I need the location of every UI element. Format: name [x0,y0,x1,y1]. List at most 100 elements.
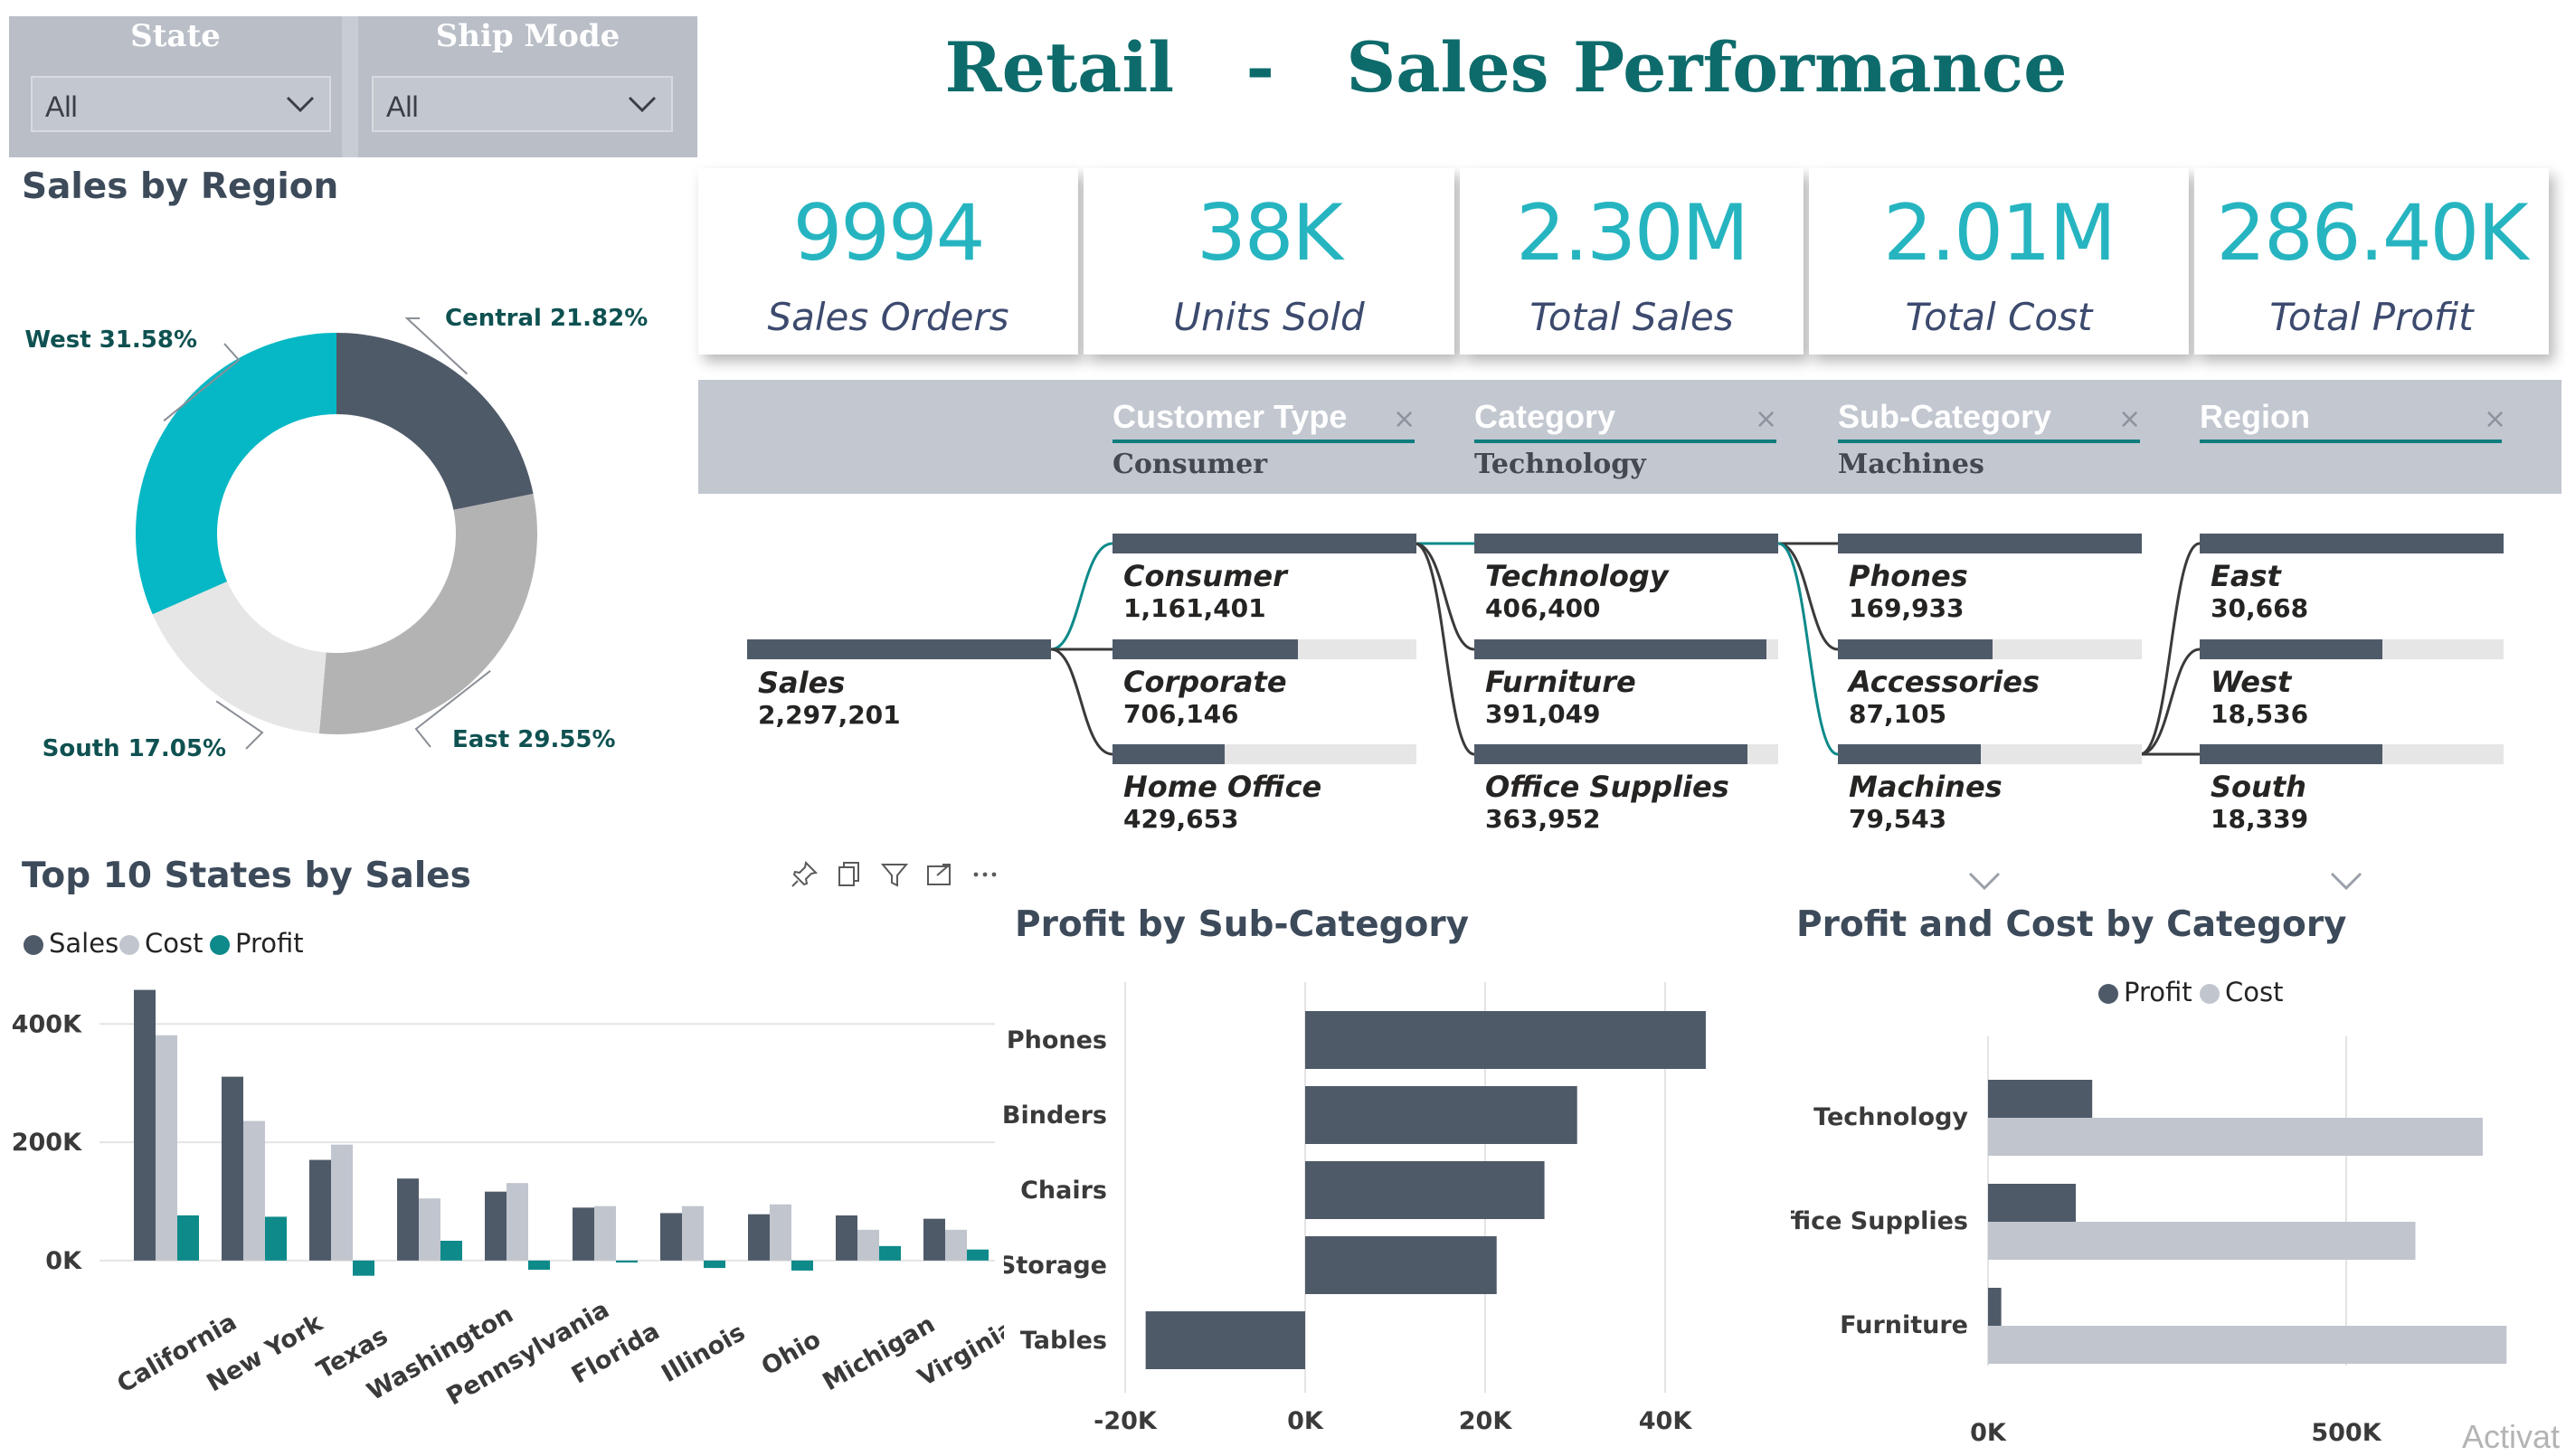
decomp-node-bar[interactable] [1113,534,1416,553]
bar-sales [222,1076,243,1261]
bar-cost [945,1229,967,1261]
decomp-node-bar[interactable] [2200,744,2382,764]
legend-label-sales: Sales [49,928,119,959]
decomp-node-name: Technology [1485,559,1669,593]
decomp-node-bar[interactable] [1113,744,1226,764]
copy-icon[interactable] [834,859,865,890]
decomp-node-value: 87,105 [1849,699,1947,729]
decomp-node-bar[interactable] [1474,744,1748,764]
bar-phones [1305,1011,1706,1069]
profit-by-subcategory-bar-chart: -20K 0K 20K 40K Phones Binders Chairs Storage Ta… [1004,982,1706,1435]
visual-header-toolbar [789,857,1006,893]
x-tick-label: 40K [1639,1407,1693,1435]
y-tick-label: 0K [45,1247,82,1275]
decomp-node-value: 391,049 [1485,699,1601,729]
y-tick-label: Office Supplies [1791,1207,1968,1235]
bar-sales [923,1218,945,1261]
expand-chevron-icon[interactable] [2328,870,2364,892]
decomp-node-bar[interactable] [1113,639,1298,659]
legend-label-profit: Profit [2124,977,2192,1007]
bar-cost [857,1229,879,1261]
bar-cost [331,1144,353,1261]
decomp-node-value: 363,952 [1485,804,1601,834]
bar-cost [682,1205,704,1261]
profit-cost-by-category-bar-chart: 0K 500K Technology Office Supplies Furniture [1791,1036,2507,1447]
filter-icon[interactable] [879,859,910,890]
decomp-node-name: Consumer [1123,559,1287,593]
decomp-node-name: Corporate [1123,665,1287,699]
decomp-node-value: 18,339 [2211,804,2309,834]
bar-profit [616,1260,638,1263]
decomp-node-name: East [2211,559,2281,593]
decomp-root-name: Sales [758,666,846,700]
bar-profit [791,1260,813,1271]
bar-profit [1988,1184,2077,1222]
x-tick-label: Illinois [657,1319,750,1388]
decomp-node-name: Office Supplies [1485,770,1729,804]
expand-chevron-icon[interactable] [1966,870,2003,892]
x-tick-label: Ohio [757,1326,826,1382]
connector-highlighted [1777,542,1839,756]
decomp-node-bar[interactable] [1838,639,1993,659]
y-tick-label: Binders [1004,1101,1107,1130]
bar-profit [704,1260,725,1269]
decomp-root-bar[interactable] [747,639,1051,659]
decomp-node-bar[interactable] [2200,534,2504,553]
decomp-node-value: 79,543 [1849,804,1947,834]
legend-label-cost: Cost [145,928,204,959]
bar-profit [879,1245,901,1261]
decomp-node-bar[interactable] [1474,534,1778,553]
decomp-node-name: South [2211,770,2306,804]
bar-profit [440,1241,462,1261]
bar-cost [770,1204,791,1261]
connector [1777,542,1839,651]
profit-by-subcategory-title: Profit by Sub-Category [1015,904,1470,945]
connector [2139,542,2201,756]
decomp-node-name: Furniture [1485,665,1636,699]
legend-dot-profit [210,935,230,955]
x-tick-label: 0K [1970,1419,2007,1447]
legend-dot-cost [119,935,139,955]
bar-cost [243,1120,265,1261]
bar-cost [419,1198,440,1261]
bar-profit [1988,1288,2002,1326]
y-tick-label: Phones [1007,1026,1107,1054]
decomp-node-bar[interactable] [1474,639,1766,659]
decomp-node-value: 706,146 [1123,699,1239,729]
pin-icon[interactable] [789,859,819,890]
decomp-node-value: 406,400 [1485,593,1601,623]
x-tick-label: 20K [1459,1407,1513,1435]
top-states-title: Top 10 States by Sales [22,856,471,896]
decomp-node-name: Home Office [1123,770,1322,804]
bar-cost [1988,1118,2483,1156]
x-tick-label: Washington [363,1300,518,1406]
decomp-node-name: Phones [1849,559,1968,593]
bar-cost [1988,1326,2507,1364]
decomp-node-bar[interactable] [1838,744,1981,764]
bar-cost [594,1205,616,1261]
legend-label-cost: Cost [2225,977,2284,1007]
focus-mode-icon[interactable] [924,859,955,890]
decomp-node-name: Machines [1849,770,2003,804]
x-tick-label: 0K [1287,1407,1324,1435]
bar-profit [528,1260,550,1271]
connector [1414,542,1475,651]
bar-sales [485,1191,507,1261]
decomp-node-value: 30,668 [2211,593,2309,623]
bar-sales [397,1178,419,1261]
decomp-node-name: West [2211,665,2292,699]
decomp-node-bar[interactable] [2200,639,2382,659]
more-options-icon[interactable] [970,859,1000,890]
bar-tables [1145,1311,1305,1369]
legend-dot-profit [2098,984,2118,1004]
bar-cost [156,1035,177,1261]
y-tick-label: Chairs [1020,1177,1107,1205]
x-tick-label: -20K [1094,1407,1158,1435]
activation-watermark: Activat [2462,1418,2561,1455]
bar-binders [1305,1086,1577,1144]
decomp-node-bar[interactable] [1838,534,2142,553]
legend-dot-cost [2200,984,2220,1004]
legend-label-profit: Profit [235,928,304,959]
bar-cost [1988,1222,2416,1260]
bar-cost [507,1183,528,1261]
